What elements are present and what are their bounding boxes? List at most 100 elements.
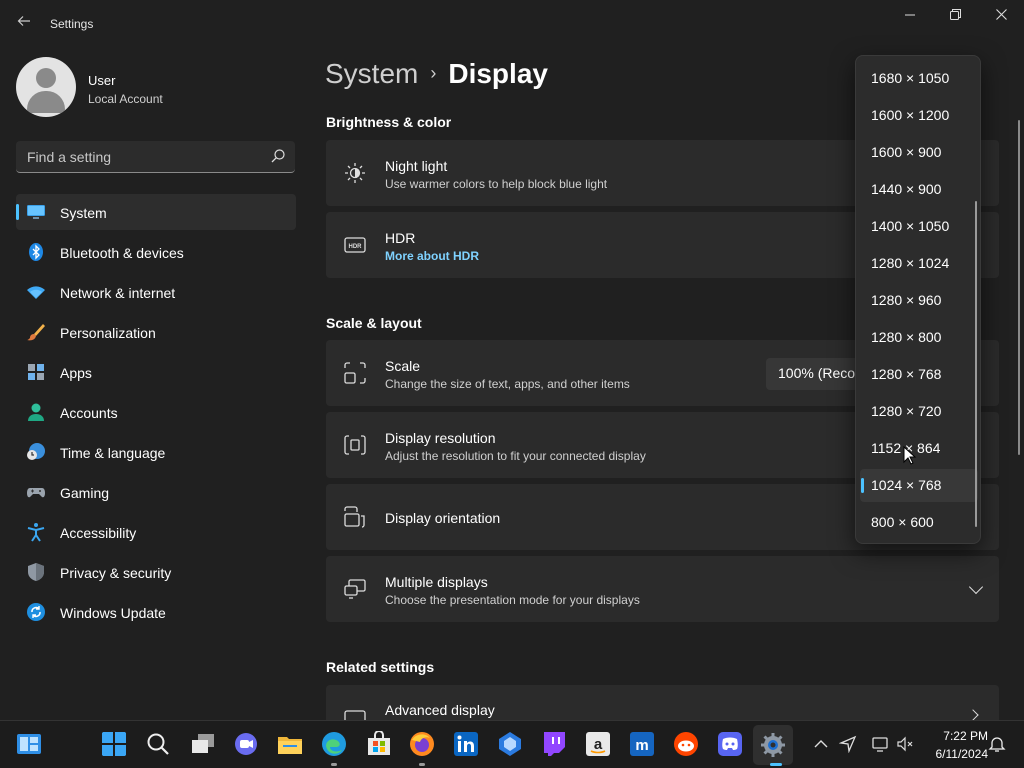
profile-name: User [88,73,116,88]
sidebar-item-label: System [60,205,107,221]
sidebar-item-label: Personalization [60,325,156,341]
running-indicator [419,763,425,766]
sidebar-item-gaming[interactable]: Gaming [16,474,296,510]
advanced-display-title: Advanced display [385,702,495,718]
chevron-right-icon [967,709,979,721]
start-icon[interactable] [101,731,127,757]
search-icon[interactable] [145,731,171,757]
accounts-icon [28,403,44,421]
scale-icon [344,362,366,384]
multiple-displays-subtitle: Choose the presentation mode for your di… [385,593,640,607]
sidebar-item-system[interactable]: System [16,194,296,230]
speaker-muted-icon[interactable] [896,735,914,753]
restore-button[interactable] [943,8,967,24]
reddit-icon[interactable] [673,731,699,757]
file-explorer-icon[interactable] [277,731,303,757]
m-app-icon[interactable]: m [629,731,655,757]
resolution-icon [344,435,366,455]
app-title: Settings [50,17,94,31]
breadcrumb-separator-icon: › [430,63,437,83]
active-indicator [770,763,782,766]
sidebar-item-apps[interactable]: Apps [16,354,296,390]
chevron-down-icon[interactable] [968,579,984,595]
close-button[interactable] [989,8,1013,24]
user-profile[interactable]: User Local Account [16,57,296,119]
clock-time[interactable]: 7:22 PM [918,729,988,743]
section-title-scale-layout: Scale & layout [326,315,422,331]
firefox-icon[interactable] [409,731,435,757]
sidebar-item-label: Bluetooth & devices [60,245,184,261]
chevron-up-icon[interactable] [812,735,830,753]
search-input[interactable] [16,141,266,172]
hdr-title: HDR [385,230,416,246]
multiple-displays-icon [344,579,366,599]
store-icon[interactable] [366,731,392,757]
twitch-icon[interactable] [541,731,567,757]
multiple-displays-title: Multiple displays [385,574,488,590]
resolution-option[interactable]: 1680 × 1050 [860,62,978,95]
location-icon[interactable] [839,735,857,753]
resolution-option[interactable]: 1600 × 1200 [860,99,978,132]
scale-title: Scale [385,358,421,374]
search-icon[interactable] [271,149,285,163]
dropdown-scrollbar[interactable] [975,201,977,527]
sidebar-item-privacy[interactable]: Privacy & security [16,554,296,590]
taskbar: a m 7:22 PM 6/11/2024 [0,720,1024,768]
resolution-option[interactable]: 1280 × 800 [860,321,978,354]
settings-app-button[interactable] [753,725,793,765]
resolution-option[interactable]: 1280 × 1024 [860,247,978,280]
resolution-option[interactable]: 1440 × 900 [860,173,978,206]
sidebar-item-accessibility[interactable]: Accessibility [16,514,296,550]
sidebar-item-bluetooth[interactable]: Bluetooth & devices [16,234,296,270]
minimize-button[interactable] [898,8,922,24]
mouse-cursor-icon [903,446,917,465]
display-resolution-subtitle: Adjust the resolution to fit your connec… [385,449,646,463]
advanced-display-card[interactable]: Advanced display [326,685,999,721]
page-title: Display [448,58,548,89]
sidebar-item-accounts[interactable]: Accounts [16,394,296,430]
notification-bell-icon[interactable] [988,735,1006,753]
widgets-icon[interactable] [16,731,42,757]
copilot-icon[interactable] [497,731,523,757]
resolution-option-selected[interactable]: 1024 × 768 [860,469,978,502]
time-language-icon [27,443,45,460]
display-tray-icon[interactable] [872,735,890,753]
task-view-icon[interactable] [190,731,216,757]
edge-icon[interactable] [321,731,347,757]
sidebar-item-personalization[interactable]: Personalization [16,314,296,350]
resolution-option[interactable]: 1280 × 720 [860,395,978,428]
hdr-link[interactable]: More about HDR [385,249,479,263]
scale-subtitle: Change the size of text, apps, and other… [385,377,630,391]
back-arrow-icon[interactable] [12,12,36,36]
resolution-option[interactable]: 800 × 600 [860,506,978,539]
discord-icon[interactable] [717,731,743,757]
chat-icon[interactable] [233,731,259,757]
sidebar-item-label: Accessibility [60,525,137,541]
sidebar-item-network[interactable]: Network & internet [16,274,296,310]
breadcrumb-parent[interactable]: System [325,58,418,89]
linkedin-icon[interactable] [453,731,479,757]
night-light-title: Night light [385,158,448,174]
wifi-icon [27,286,45,299]
resolution-option[interactable]: 1280 × 960 [860,284,978,317]
gamepad-icon [27,488,45,498]
advanced-display-icon [344,710,366,720]
svg-text:a: a [594,736,603,753]
resolution-option[interactable]: 1280 × 768 [860,358,978,391]
sidebar-item-time-language[interactable]: Time & language [16,434,296,470]
multiple-displays-card[interactable]: Multiple displays Choose the presentatio… [326,556,999,622]
amazon-icon[interactable]: a [585,731,611,757]
settings-icon [761,733,785,757]
sidebar-item-windows-update[interactable]: Windows Update [16,594,296,630]
sidebar-item-label: Network & internet [60,285,176,301]
breadcrumb: System › Display [325,58,548,94]
resolution-dropdown[interactable]: 1680 × 1050 1600 × 1200 1600 × 900 1440 … [855,55,981,544]
resolution-option[interactable]: 1152 × 864 [860,432,978,465]
clock-date[interactable]: 6/11/2024 [918,747,989,761]
page-scrollbar[interactable] [1018,120,1020,455]
sidebar-item-label: Windows Update [60,605,166,621]
brush-icon [27,324,45,341]
resolution-option[interactable]: 1600 × 900 [860,136,978,169]
resolution-option[interactable]: 1400 × 1050 [860,210,978,243]
shield-icon [28,563,44,581]
